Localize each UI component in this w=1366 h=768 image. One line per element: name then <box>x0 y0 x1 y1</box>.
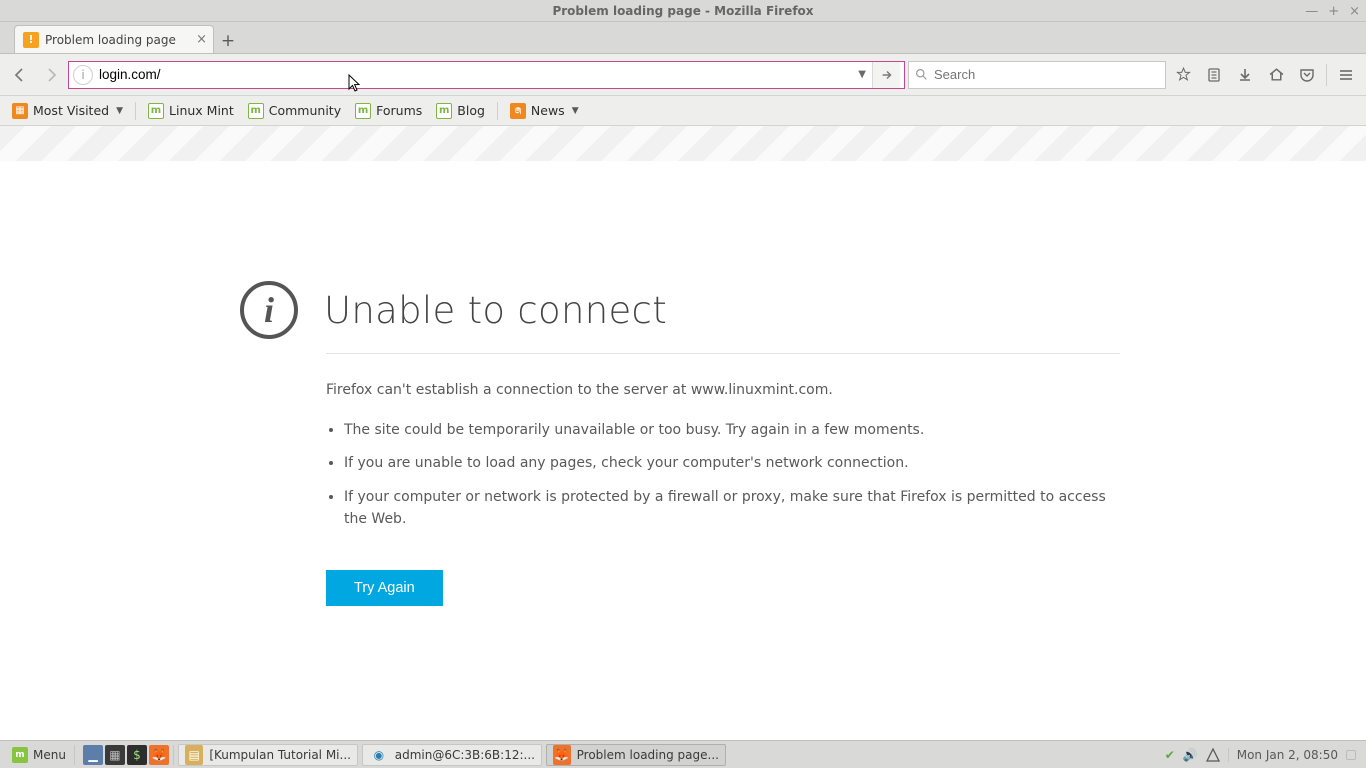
error-lead: Firefox can't establish a connection to … <box>326 380 1120 402</box>
page-top-stripe <box>0 126 1366 161</box>
task-label: [Kumpulan Tutorial Mi... <box>209 748 351 762</box>
bookmark-star-icon[interactable] <box>1169 61 1197 89</box>
search-input[interactable] <box>934 67 1159 82</box>
toolbar-separator <box>1326 64 1327 86</box>
tray-check-icon[interactable]: ✔ <box>1165 748 1175 762</box>
mint-icon: m <box>436 103 452 119</box>
tab-active[interactable]: ! Problem loading page × <box>14 25 214 53</box>
bookmark-news[interactable]: ෧ News ▼ <box>504 100 585 122</box>
error-suggestion: If your computer or network is protected… <box>344 487 1120 530</box>
url-history-dropdown[interactable]: ▼ <box>852 69 872 80</box>
start-menu-label: Menu <box>33 748 66 762</box>
chevron-down-icon: ▼ <box>116 106 123 116</box>
url-input[interactable] <box>99 67 852 82</box>
chevron-down-icon: ▼ <box>572 106 579 116</box>
window-close-button[interactable]: × <box>1349 4 1360 19</box>
bookmark-most-visited[interactable]: ▦ Most Visited ▼ <box>6 100 129 122</box>
mint-icon: m <box>248 103 264 119</box>
tray-volume-icon[interactable]: 🔊 <box>1183 748 1198 762</box>
downloads-icon[interactable] <box>1231 61 1259 89</box>
warning-icon: ! <box>23 32 39 48</box>
folder-icon: ▦ <box>12 103 28 119</box>
show-desktop-icon[interactable]: ▁ <box>83 745 103 765</box>
task-label: admin@6C:3B:6B:12:... <box>395 748 535 762</box>
bookmarks-toolbar: ▦ Most Visited ▼ m Linux Mint m Communit… <box>0 96 1366 126</box>
tray-overflow-icon[interactable] <box>1346 750 1356 760</box>
system-tray: ✔ 🔊 Mon Jan 2, 08:50 <box>1159 748 1362 762</box>
window-title: Problem loading page - Mozilla Firefox <box>552 4 813 18</box>
bookmark-linux-mint[interactable]: m Linux Mint <box>142 100 240 122</box>
pocket-icon[interactable] <box>1293 61 1321 89</box>
tab-title: Problem loading page <box>45 33 176 47</box>
bookmark-community[interactable]: m Community <box>242 100 347 122</box>
navigation-toolbar: i ▼ <box>0 54 1366 96</box>
quick-launch: ▁ ▦ $ 🦊 <box>79 745 174 765</box>
firefox-icon[interactable]: 🦊 <box>149 745 169 765</box>
task-button[interactable]: ◉ admin@6C:3B:6B:12:... <box>362 744 542 766</box>
bookmark-label: Blog <box>457 103 485 118</box>
error-suggestions: The site could be temporarily unavailabl… <box>326 420 1120 531</box>
files-icon[interactable]: ▦ <box>105 745 125 765</box>
rss-icon: ෧ <box>510 103 526 119</box>
clock[interactable]: Mon Jan 2, 08:50 <box>1228 748 1338 762</box>
forward-button[interactable] <box>37 61 65 89</box>
firefox-icon: 🦊 <box>553 745 571 765</box>
url-bar[interactable]: i ▼ <box>68 61 905 89</box>
taskbar: m Menu ▁ ▦ $ 🦊 ▤ [Kumpulan Tutorial Mi..… <box>0 740 1366 768</box>
bookmark-forums[interactable]: m Forums <box>349 100 428 122</box>
home-icon[interactable] <box>1262 61 1290 89</box>
new-tab-button[interactable]: + <box>214 31 242 53</box>
task-button[interactable]: ▤ [Kumpulan Tutorial Mi... <box>178 744 358 766</box>
search-bar[interactable] <box>908 61 1166 89</box>
folder-icon: ▤ <box>185 745 203 765</box>
error-suggestion: The site could be temporarily unavailabl… <box>344 420 1120 442</box>
hamburger-menu-icon[interactable] <box>1332 61 1360 89</box>
search-icon <box>915 68 928 81</box>
error-suggestion: If you are unable to load any pages, che… <box>344 453 1120 475</box>
try-again-button[interactable]: Try Again <box>326 570 443 606</box>
bookmark-label: Linux Mint <box>169 103 234 118</box>
bookmark-label: News <box>531 103 565 118</box>
tab-close-button[interactable]: × <box>196 32 207 47</box>
mint-icon: m <box>355 103 371 119</box>
window-maximize-button[interactable]: + <box>1328 4 1339 19</box>
bookmark-label: Forums <box>376 103 422 118</box>
start-menu-button[interactable]: m Menu <box>4 745 75 765</box>
site-info-icon[interactable]: i <box>73 65 93 85</box>
error-heading: Unable to connect <box>324 289 667 332</box>
bookmark-separator <box>135 102 136 120</box>
back-button[interactable] <box>6 61 34 89</box>
bookmark-separator <box>497 102 498 120</box>
terminal-icon[interactable]: $ <box>127 745 147 765</box>
page-content: i Unable to connect Firefox can't establ… <box>0 161 1366 646</box>
go-button[interactable] <box>872 62 900 88</box>
tray-network-icon[interactable] <box>1206 748 1220 762</box>
bookmark-blog[interactable]: m Blog <box>430 100 491 122</box>
task-list: ▤ [Kumpulan Tutorial Mi... ◉ admin@6C:3B… <box>174 744 1159 766</box>
mint-icon: m <box>148 103 164 119</box>
task-button-active[interactable]: 🦊 Problem loading page... <box>546 744 726 766</box>
window-minimize-button[interactable]: — <box>1305 4 1318 19</box>
info-icon: i <box>240 281 298 339</box>
task-label: Problem loading page... <box>577 748 719 762</box>
bookmarks-list-icon[interactable] <box>1200 61 1228 89</box>
bookmark-label: Community <box>269 103 341 118</box>
window-titlebar: Problem loading page - Mozilla Firefox —… <box>0 0 1366 22</box>
bookmark-label: Most Visited <box>33 103 109 118</box>
tab-strip: ! Problem loading page × + <box>0 22 1366 54</box>
network-icon: ◉ <box>369 745 389 765</box>
mint-logo-icon: m <box>12 747 28 763</box>
